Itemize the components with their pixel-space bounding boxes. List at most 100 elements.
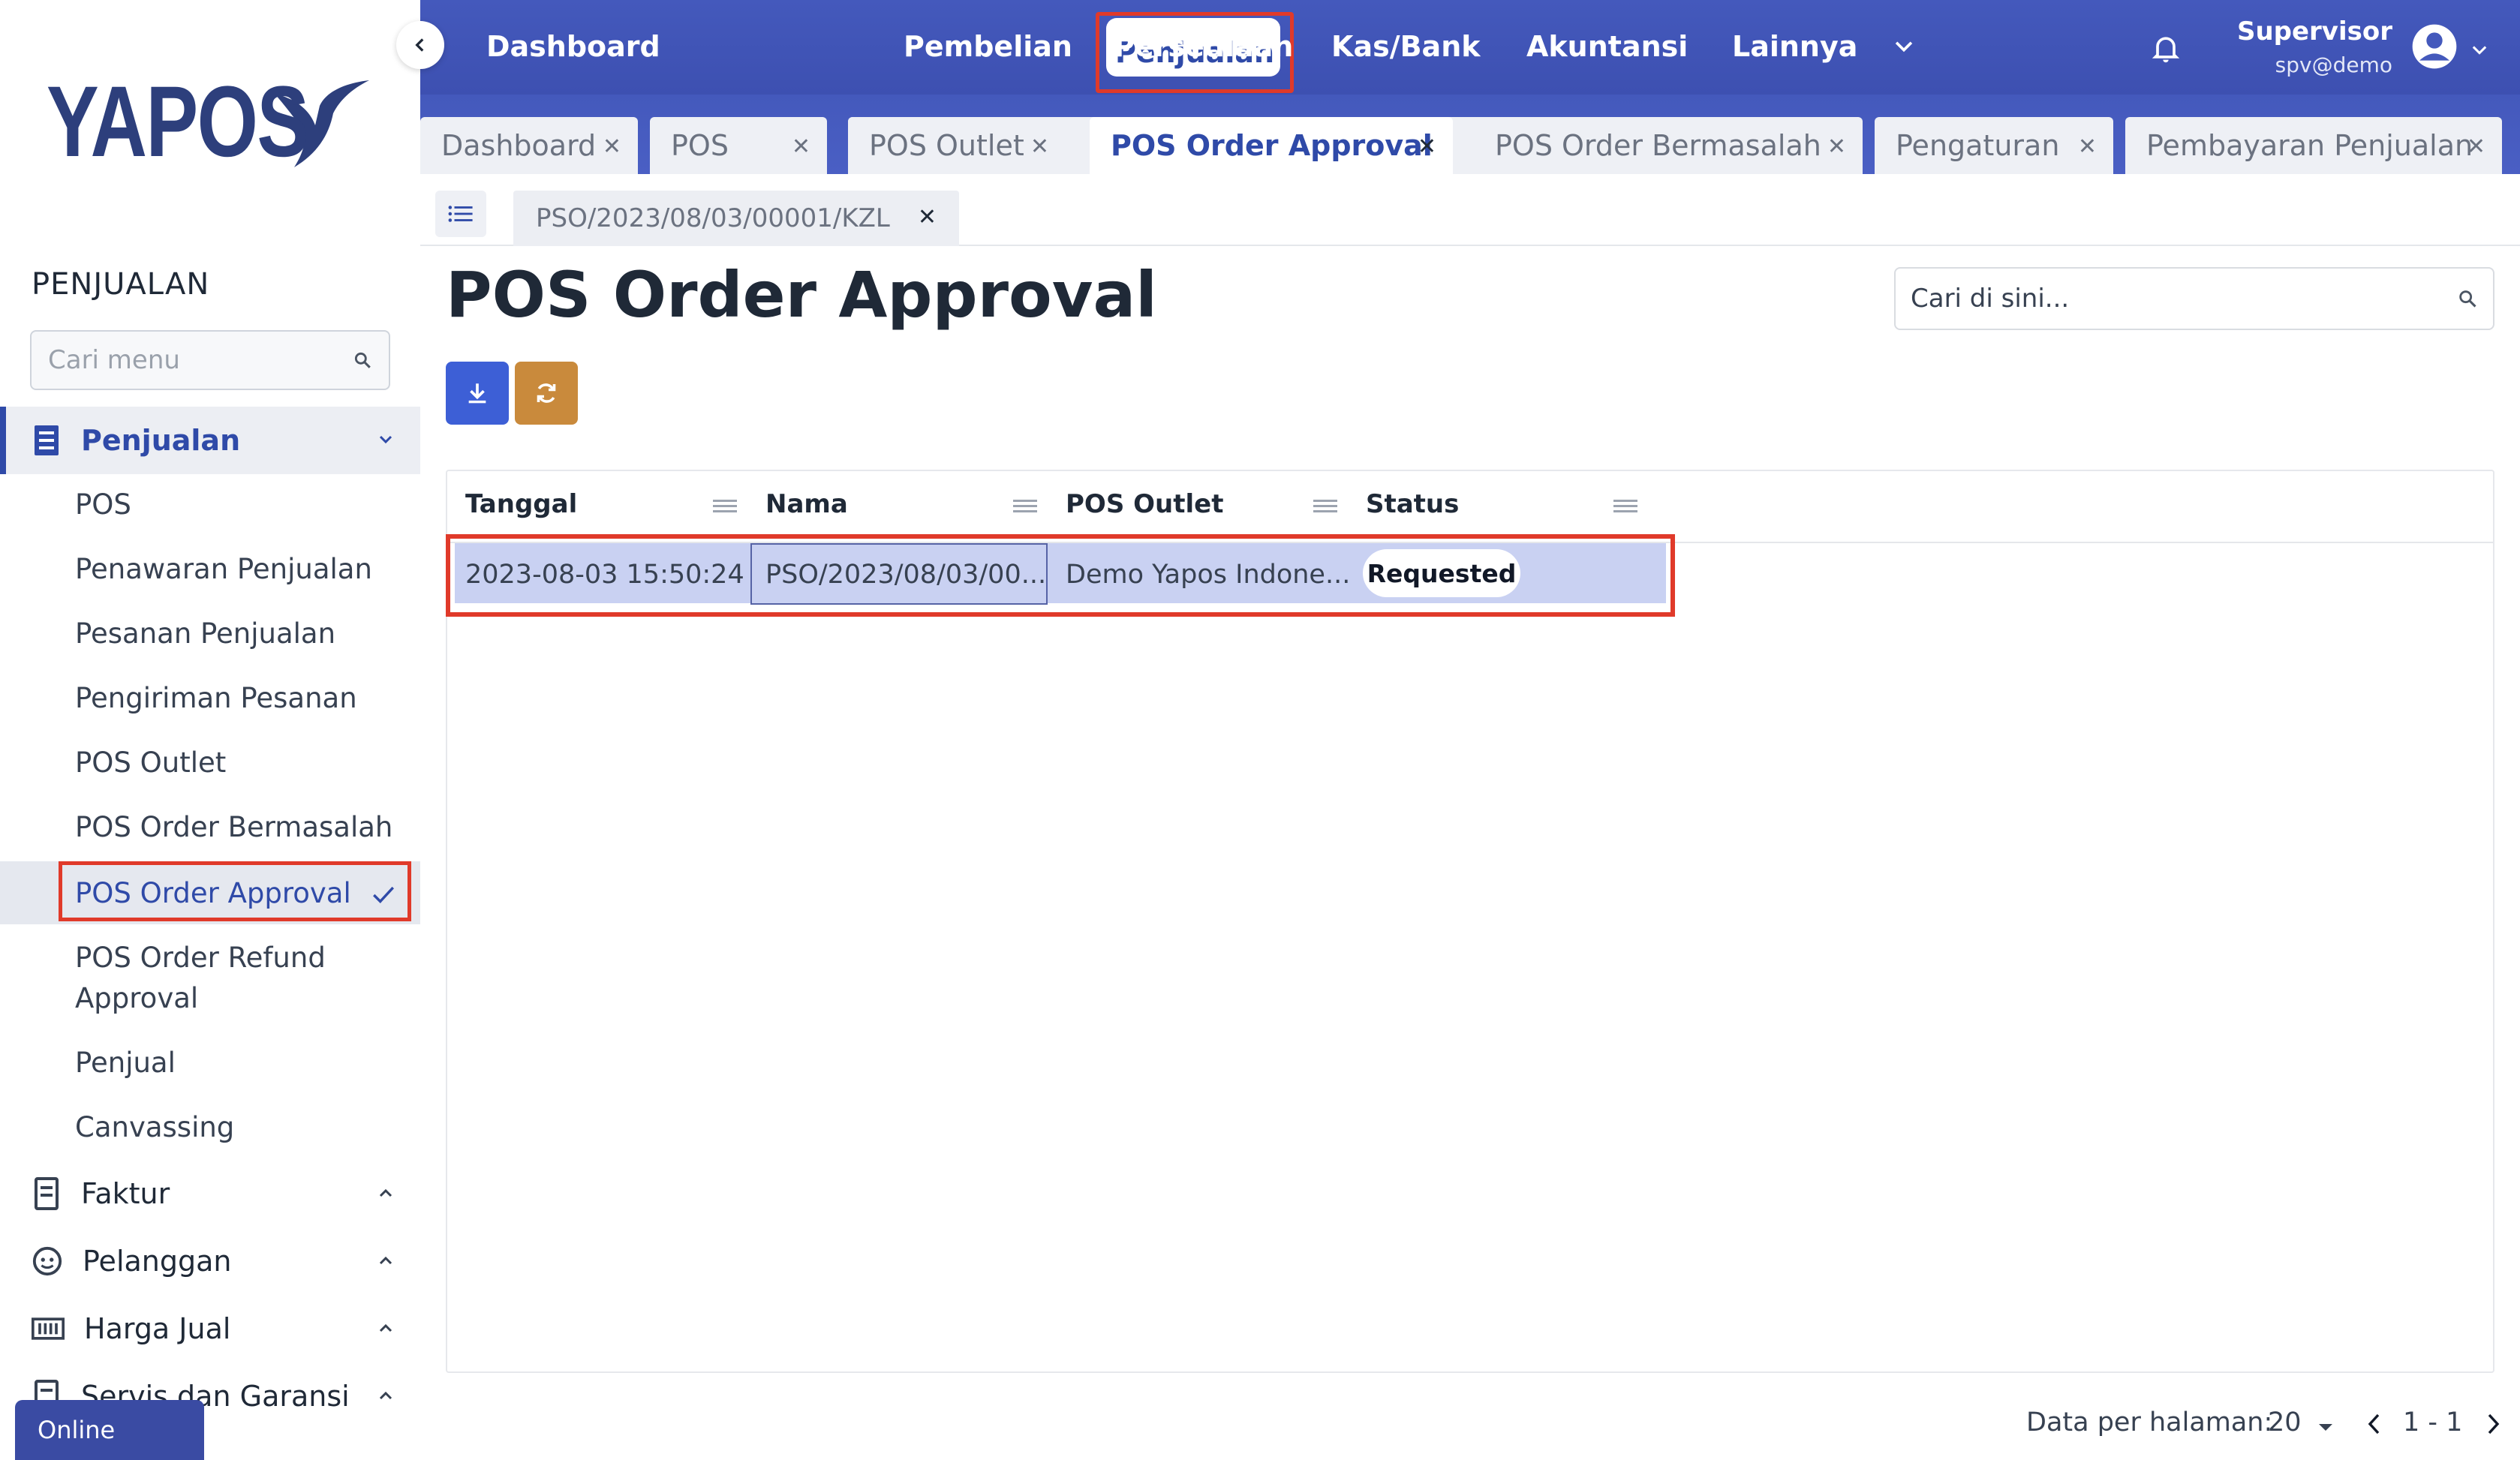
grid-header: Tanggal Nama POS Outlet Status	[447, 471, 2493, 543]
document-tab-row: PSO/2023/08/03/00001/KZL ✕	[420, 174, 2520, 246]
nav-akuntansi[interactable]: Akuntansi	[1526, 23, 1688, 71]
column-header-nama[interactable]: Nama	[765, 489, 848, 519]
sidebar-section-label: Penjualan	[81, 424, 241, 457]
tab-pos-outlet-real[interactable]: POS Outlet ✕	[848, 117, 1066, 174]
close-icon[interactable]: ✕	[918, 204, 937, 230]
column-menu-icon[interactable]	[1313, 498, 1337, 515]
chevron-up-icon	[379, 1391, 392, 1400]
document-tab[interactable]: PSO/2023/08/03/00001/KZL ✕	[513, 191, 959, 246]
sidebar-section-penjualan[interactable]: Penjualan	[0, 407, 420, 474]
nav-persediaan[interactable]: Persediaan	[1114, 23, 1293, 71]
customer-face-icon	[32, 1246, 62, 1276]
chevron-left-icon	[415, 38, 424, 52]
nav-lainnya[interactable]: Lainnya	[1732, 23, 1857, 71]
sidebar-item-pesanan-penjualan[interactable]: Pesanan Penjualan	[75, 614, 335, 654]
search-icon	[2459, 290, 2476, 308]
highlight-box-sidebar	[59, 861, 411, 921]
sidebar-item-pos-order-refund[interactable]: POS Order Refund	[75, 938, 326, 978]
close-icon[interactable]: ✕	[1030, 134, 1049, 160]
sidebar: YAPOS PENJUALAN Cari menu Penjualan POS …	[0, 0, 420, 1460]
export-button[interactable]	[446, 362, 509, 425]
chevron-down-icon[interactable]	[1891, 33, 1917, 59]
user-email: spv@demo	[2275, 53, 2392, 77]
sidebar-item-penjual[interactable]: Penjual	[75, 1043, 176, 1083]
close-icon[interactable]: ✕	[2078, 134, 2097, 160]
user-avatar-icon[interactable]	[2410, 23, 2458, 71]
column-menu-icon[interactable]	[1613, 498, 1637, 515]
tab-label: POS	[671, 129, 729, 162]
tab-label: POS Order Approval	[1111, 129, 1433, 162]
page-size-label: Data per halaman:	[2026, 1407, 2273, 1437]
sidebar-item-pos-outlet[interactable]: POS Outlet	[75, 743, 226, 783]
sidebar-collapse-button[interactable]	[396, 21, 444, 69]
top-navigation: Dashboard Penjualan Pembelian Persediaan…	[420, 0, 2520, 95]
page-title: POS Order Approval	[446, 258, 1157, 332]
app-root: YAPOS PENJUALAN Cari menu Penjualan POS …	[0, 0, 2520, 1460]
tab-label: Dashboard	[441, 129, 597, 162]
column-menu-icon[interactable]	[713, 498, 737, 515]
nav-pembelian[interactable]: Pembelian	[904, 23, 1072, 71]
highlight-box-row	[446, 534, 1675, 617]
page-size-select[interactable]: 20	[2268, 1407, 2302, 1437]
receipt-icon	[35, 425, 59, 455]
tab-pos[interactable]: POS ✕	[650, 117, 827, 174]
nav-dashboard[interactable]: Dashboard	[486, 23, 660, 71]
chevron-up-icon	[379, 1323, 392, 1332]
search-input[interactable]: Cari di sini...	[1894, 267, 2494, 330]
sidebar-item-pos-order-bermasalah[interactable]: POS Order Bermasalah	[75, 807, 392, 848]
column-menu-icon[interactable]	[1013, 498, 1037, 515]
sidebar-item-canvassing[interactable]: Canvassing	[75, 1107, 234, 1148]
sidebar-item-penawaran-penjualan[interactable]: Penawaran Penjualan	[75, 549, 372, 590]
search-placeholder: Cari di sini...	[1911, 284, 2070, 314]
search-icon	[354, 352, 371, 368]
close-icon[interactable]: ✕	[1418, 134, 1436, 160]
chevron-right-icon[interactable]	[2484, 1410, 2502, 1437]
chevron-down-icon[interactable]	[2469, 39, 2490, 60]
tab-pos-order-approval[interactable]: POS Order Approval ✕	[1090, 117, 1453, 174]
tab-pengaturan[interactable]: Pengaturan ✕	[1875, 117, 2113, 174]
user-name[interactable]: Supervisor	[2206, 17, 2392, 47]
sidebar-section-faktur[interactable]: Faktur	[0, 1160, 420, 1227]
sidebar-item-pos[interactable]: POS	[75, 485, 131, 525]
tab-bar: Dashboard ✕ POS ✕ POS Outlet ✕ POS Order…	[420, 95, 2520, 174]
notification-bell-icon[interactable]	[2149, 32, 2182, 65]
tab-label: POS Outlet	[869, 129, 1024, 162]
chevron-up-icon	[379, 1188, 392, 1197]
page-range: 1 - 1	[2403, 1407, 2463, 1437]
sidebar-search-placeholder: Cari menu	[48, 345, 180, 375]
list-icon	[448, 206, 473, 222]
list-view-button[interactable]	[435, 191, 486, 237]
tab-pos-order-bermasalah[interactable]: POS Order Bermasalah ✕	[1474, 117, 1863, 174]
sidebar-item-pengiriman-pesanan[interactable]: Pengiriman Pesanan	[75, 678, 357, 719]
nav-kas-bank[interactable]: Kas/Bank	[1331, 23, 1481, 71]
pagination: Data per halaman: 20 1 - 1	[2026, 1407, 2506, 1445]
close-icon[interactable]: ✕	[2467, 134, 2485, 160]
sidebar-item-pos-order-refund-approval[interactable]: Approval	[75, 978, 198, 1019]
sidebar-search-input[interactable]: Cari menu	[30, 330, 390, 390]
chevron-up-icon	[379, 1256, 392, 1265]
column-header-status[interactable]: Status	[1366, 489, 1459, 519]
sidebar-title: PENJUALAN	[32, 267, 210, 302]
download-icon	[468, 383, 486, 404]
tab-pembayaran-penjualan[interactable]: Pembayaran Penjualan ✕	[2125, 117, 2502, 174]
tab-label: Pembayaran Penjualan	[2146, 129, 2473, 162]
close-icon[interactable]: ✕	[1827, 134, 1846, 160]
close-icon[interactable]: ✕	[792, 134, 810, 160]
refresh-button[interactable]	[515, 362, 578, 425]
chevron-left-icon[interactable]	[2365, 1410, 2383, 1437]
document-tab-label: PSO/2023/08/03/00001/KZL	[536, 203, 890, 233]
sidebar-section-harga-jual[interactable]: Harga Jual	[0, 1295, 420, 1362]
column-header-tanggal[interactable]: Tanggal	[465, 489, 577, 519]
tab-dashboard[interactable]: Dashboard ✕	[420, 117, 638, 174]
sidebar-section-label: Pelanggan	[83, 1245, 232, 1278]
sidebar-section-label: Harga Jual	[84, 1312, 231, 1345]
yapos-logo: YAPOS	[47, 72, 372, 173]
sidebar-section-pelanggan[interactable]: Pelanggan	[0, 1227, 420, 1295]
chevron-down-icon	[379, 435, 392, 444]
caret-down-icon[interactable]	[2317, 1422, 2334, 1433]
online-status-badge: Online	[15, 1400, 204, 1460]
refresh-icon	[537, 383, 556, 403]
close-icon[interactable]: ✕	[603, 134, 621, 160]
column-header-pos-outlet[interactable]: POS Outlet	[1066, 489, 1223, 519]
logo-text: YAPOS	[47, 66, 309, 178]
